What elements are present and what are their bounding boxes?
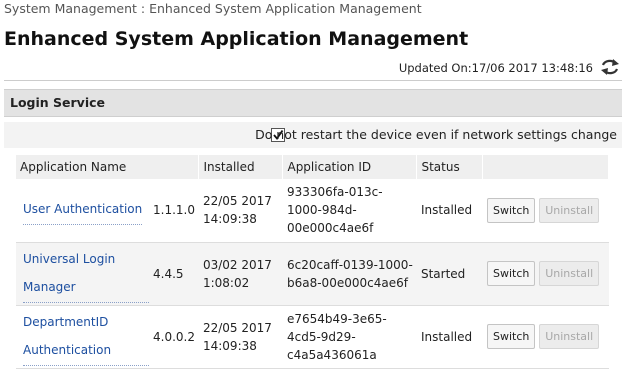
uninstall-button[interactable]: Uninstall — [539, 324, 600, 349]
table-row: DepartmentID Authentication 4.0.0.2 22/0… — [16, 305, 609, 368]
application-id-cell: 6c20caff-0139-1000-b6a8-00e000c4ae6f — [286, 257, 413, 290]
switch-button[interactable]: Switch — [486, 324, 536, 349]
installed-cell: 03/02 2017 1:08:02 — [202, 257, 272, 290]
version-cell: 4.0.0.2 — [153, 329, 195, 344]
section-title: Login Service — [10, 95, 106, 110]
column-header-application-name: Application Name — [16, 155, 200, 179]
version-cell: 1.1.1.0 — [153, 203, 195, 218]
section-header: Login Service — [4, 89, 622, 117]
installed-cell: 22/05 2017 14:09:38 — [202, 320, 272, 353]
status-cell: Installed — [420, 203, 473, 218]
switch-button[interactable]: Switch — [486, 197, 536, 223]
uninstall-button[interactable]: Uninstall — [539, 261, 600, 286]
option-bar: Do not restart the device even if networ… — [4, 122, 622, 148]
app-name-link[interactable]: Universal Login Manager — [23, 245, 149, 303]
page-title: Enhanced System Application Management — [4, 28, 469, 50]
uninstall-button[interactable]: Uninstall — [539, 197, 600, 223]
column-header-installed: Installed — [198, 155, 284, 179]
version-cell: 4.4.5 — [153, 266, 184, 281]
refresh-icon[interactable] — [600, 58, 620, 76]
application-id-cell: 933306fa-013c-1000-984d-00e000c4ae6f — [286, 185, 383, 236]
app-name-link[interactable]: DepartmentID Authentication — [23, 308, 149, 366]
application-id-cell: e7654b49-3e65-4cd5-9d29-c4a5a436061a — [286, 311, 387, 362]
switch-button[interactable]: Switch — [486, 261, 536, 286]
installed-cell: 22/05 2017 14:09:38 — [202, 194, 272, 227]
column-header-actions — [482, 155, 609, 179]
breadcrumb: System Management : Enhanced System Appl… — [4, 1, 422, 16]
column-header-status: Status — [416, 155, 484, 179]
table-row: User Authentication 1.1.1.0 22/05 2017 1… — [16, 179, 609, 242]
updated-timestamp: Updated On:17/06 2017 13:48:16 — [398, 61, 593, 75]
table-header-row: Application Name Installed Application I… — [16, 155, 609, 179]
divider — [4, 80, 622, 81]
no-restart-label: Do not restart the device even if networ… — [255, 127, 617, 142]
application-table: Application Name Installed Application I… — [16, 155, 609, 369]
status-cell: Installed — [420, 329, 473, 344]
app-name-link[interactable]: User Authentication — [23, 195, 143, 226]
table-row: Universal Login Manager 4.4.5 03/02 2017… — [16, 242, 609, 305]
status-cell: Started — [420, 266, 466, 281]
column-header-application-id: Application ID — [282, 155, 418, 179]
